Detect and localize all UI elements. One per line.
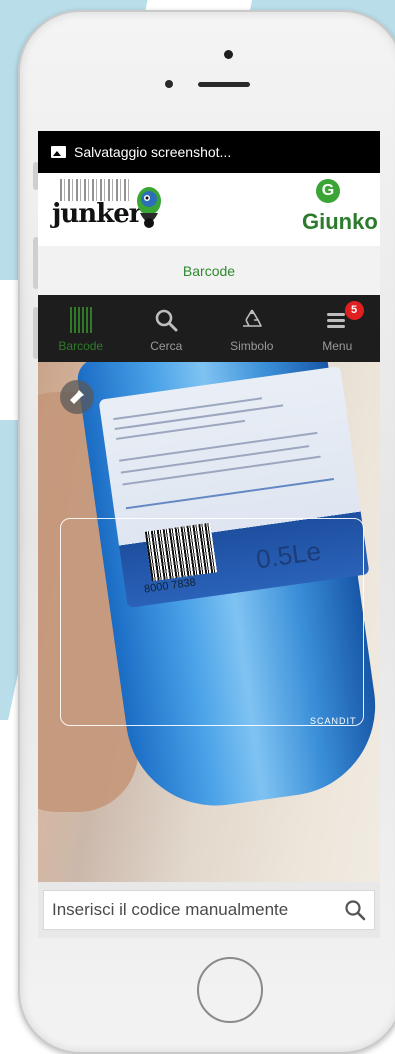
label-text-line	[125, 478, 335, 510]
proximity-sensor	[165, 80, 173, 88]
notification-badge: 5	[344, 301, 364, 320]
camera-viewfinder[interactable]: 8000 7838 0.5Le SCANDIT	[38, 362, 380, 882]
status-bar: Salvataggio screenshot...	[38, 131, 380, 173]
junker-logo[interactable]: junker	[48, 177, 178, 241]
tab-label: Menu	[322, 339, 353, 353]
status-notification: Salvataggio screenshot...	[74, 144, 232, 160]
tab-bar: Barcode Cerca Simbolo Menu 5	[38, 295, 380, 362]
label-text-line	[122, 455, 321, 486]
tab-label: Barcode	[58, 339, 104, 353]
earpiece-speaker	[198, 82, 250, 87]
tab-label: Cerca	[150, 339, 183, 353]
mascot-icon	[137, 187, 161, 228]
tab-barcode[interactable]: Barcode	[38, 295, 124, 362]
junker-logo-text: junker	[52, 199, 142, 229]
app-header: junker G Giunko	[38, 173, 380, 246]
manual-code-input[interactable]	[44, 891, 350, 929]
barcode-decoration	[60, 179, 130, 201]
recycle-icon	[242, 309, 262, 327]
tab-label: Simbolo	[230, 339, 274, 353]
torch-button[interactable]	[60, 380, 94, 414]
search-icon[interactable]	[344, 899, 366, 921]
scan-area-frame	[60, 518, 364, 726]
image-icon	[51, 146, 66, 158]
tab-menu[interactable]: Menu 5	[295, 295, 381, 362]
tab-simbolo[interactable]: Simbolo	[209, 295, 295, 362]
search-icon	[155, 309, 178, 332]
scandit-watermark: SCANDIT	[310, 716, 357, 726]
giunko-logo-mark: G	[316, 179, 340, 203]
manual-entry-bar	[38, 882, 380, 938]
manual-code-field	[43, 890, 375, 930]
page-title-bar: Barcode	[38, 246, 380, 295]
barcode-icon	[69, 307, 92, 333]
phone-screen: Salvataggio screenshot... junker G Giunk…	[38, 131, 380, 938]
tab-cerca[interactable]: Cerca	[124, 295, 210, 362]
label-text-line	[116, 419, 246, 440]
page-title: Barcode	[182, 262, 236, 279]
giunko-logo[interactable]: G Giunko	[300, 179, 378, 241]
giunko-logo-text: Giunko	[302, 209, 378, 234]
home-button[interactable]	[197, 957, 263, 1023]
label-text-line	[120, 445, 310, 474]
front-camera	[224, 50, 233, 59]
flashlight-icon	[70, 390, 84, 404]
